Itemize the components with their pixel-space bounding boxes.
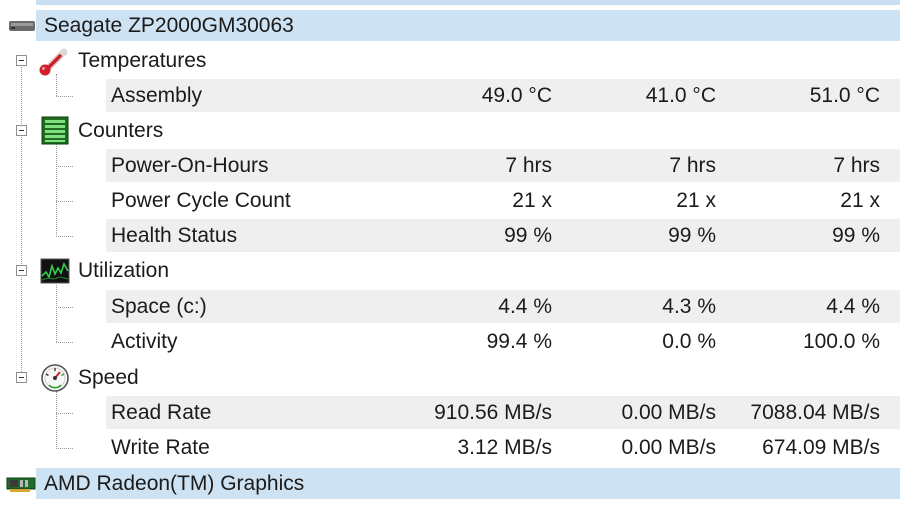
collapse-toggle[interactable]: [16, 55, 27, 66]
sensor-row-activity[interactable]: Activity 99.4 % 0.0 % 100.0 %: [0, 324, 900, 359]
value-current: 910.56 MB/s: [434, 401, 552, 424]
tree-branch: [56, 236, 73, 237]
value-current: 3.12 MB/s: [457, 436, 552, 459]
previous-row-edge: [36, 0, 900, 5]
value-current: 21 x: [512, 189, 552, 212]
value-current: 49.0 °C: [481, 84, 552, 107]
tree-branch: [56, 307, 73, 308]
value-maximum: 674.09 MB/s: [762, 436, 880, 459]
tree-branch: [56, 96, 73, 97]
thermometer-icon: [39, 48, 68, 76]
sensor-row-space[interactable]: Space (c:) 4.4 % 4.3 % 4.4 %: [0, 289, 900, 324]
activity-graph-icon: [40, 258, 70, 284]
sensor-tree: Seagate ZP2000GM30063 Temperatures Assem…: [0, 0, 900, 506]
value-minimum: 0.00 MB/s: [621, 401, 716, 424]
group-row-counters[interactable]: Counters: [0, 113, 900, 148]
group-row-speed[interactable]: Speed: [0, 360, 900, 395]
sensor-label: Power-On-Hours: [111, 154, 269, 177]
device-row-seagate[interactable]: Seagate ZP2000GM30063: [0, 8, 900, 43]
value-current: 99 %: [504, 224, 552, 247]
sensor-label: Activity: [111, 330, 178, 353]
sensor-label: Health Status: [111, 224, 238, 247]
value-minimum: 7 hrs: [669, 154, 716, 177]
sensor-label: Power Cycle Count: [111, 189, 291, 212]
tree-branch: [56, 448, 73, 449]
device-name: Seagate ZP2000GM30063: [44, 14, 294, 37]
value-current: 7 hrs: [505, 154, 552, 177]
tree-branch: [56, 413, 73, 414]
value-maximum: 4.4 %: [826, 295, 880, 318]
value-maximum: 7088.04 MB/s: [750, 401, 880, 424]
value-minimum: 21 x: [676, 189, 716, 212]
tree-branch: [56, 201, 73, 202]
value-current: 99.4 %: [486, 330, 552, 353]
device-row-amd-radeon[interactable]: AMD Radeon(TM) Graphics: [0, 466, 900, 501]
sensor-row-health-status[interactable]: Health Status 99 % 99 % 99 %: [0, 218, 900, 253]
speedometer-icon: [41, 364, 69, 392]
group-label: Temperatures: [78, 49, 207, 72]
collapse-toggle[interactable]: [16, 265, 27, 276]
graphics-card-icon: [6, 477, 36, 492]
group-label: Speed: [78, 366, 139, 389]
group-label: Counters: [78, 119, 164, 142]
counter-icon: [41, 116, 69, 145]
sensor-label: Space (c:): [111, 295, 207, 318]
device-name: AMD Radeon(TM) Graphics: [44, 472, 305, 495]
collapse-toggle[interactable]: [16, 125, 27, 136]
sensor-row-power-on-hours[interactable]: Power-On-Hours 7 hrs 7 hrs 7 hrs: [0, 148, 900, 183]
value-maximum: 51.0 °C: [809, 84, 880, 107]
tree-branch: [56, 166, 73, 167]
group-label: Utilization: [78, 259, 170, 282]
group-row-temperatures[interactable]: Temperatures: [0, 43, 900, 78]
sensor-label: Write Rate: [111, 436, 210, 459]
sensor-label: Read Rate: [111, 401, 212, 424]
value-minimum: 99 %: [668, 224, 716, 247]
tree-branch: [56, 342, 73, 343]
value-maximum: 99 %: [832, 224, 880, 247]
sensor-label: Assembly: [111, 84, 203, 107]
value-minimum: 0.0 %: [662, 330, 716, 353]
sensor-row-assembly[interactable]: Assembly 49.0 °C 41.0 °C 51.0 °C: [0, 78, 900, 113]
value-maximum: 21 x: [840, 189, 880, 212]
sensor-row-power-cycle-count[interactable]: Power Cycle Count 21 x 21 x 21 x: [0, 183, 900, 218]
value-minimum: 0.00 MB/s: [621, 436, 716, 459]
sensor-row-write-rate[interactable]: Write Rate 3.12 MB/s 0.00 MB/s 674.09 MB…: [0, 430, 900, 465]
value-current: 4.4 %: [498, 295, 552, 318]
group-row-utilization[interactable]: Utilization: [0, 253, 900, 288]
value-minimum: 4.3 %: [662, 295, 716, 318]
value-minimum: 41.0 °C: [645, 84, 716, 107]
value-maximum: 100.0 %: [802, 330, 880, 353]
collapse-toggle[interactable]: [16, 372, 27, 383]
value-maximum: 7 hrs: [833, 154, 880, 177]
drive-icon: [9, 21, 35, 31]
sensor-row-read-rate[interactable]: Read Rate 910.56 MB/s 0.00 MB/s 7088.04 …: [0, 395, 900, 430]
